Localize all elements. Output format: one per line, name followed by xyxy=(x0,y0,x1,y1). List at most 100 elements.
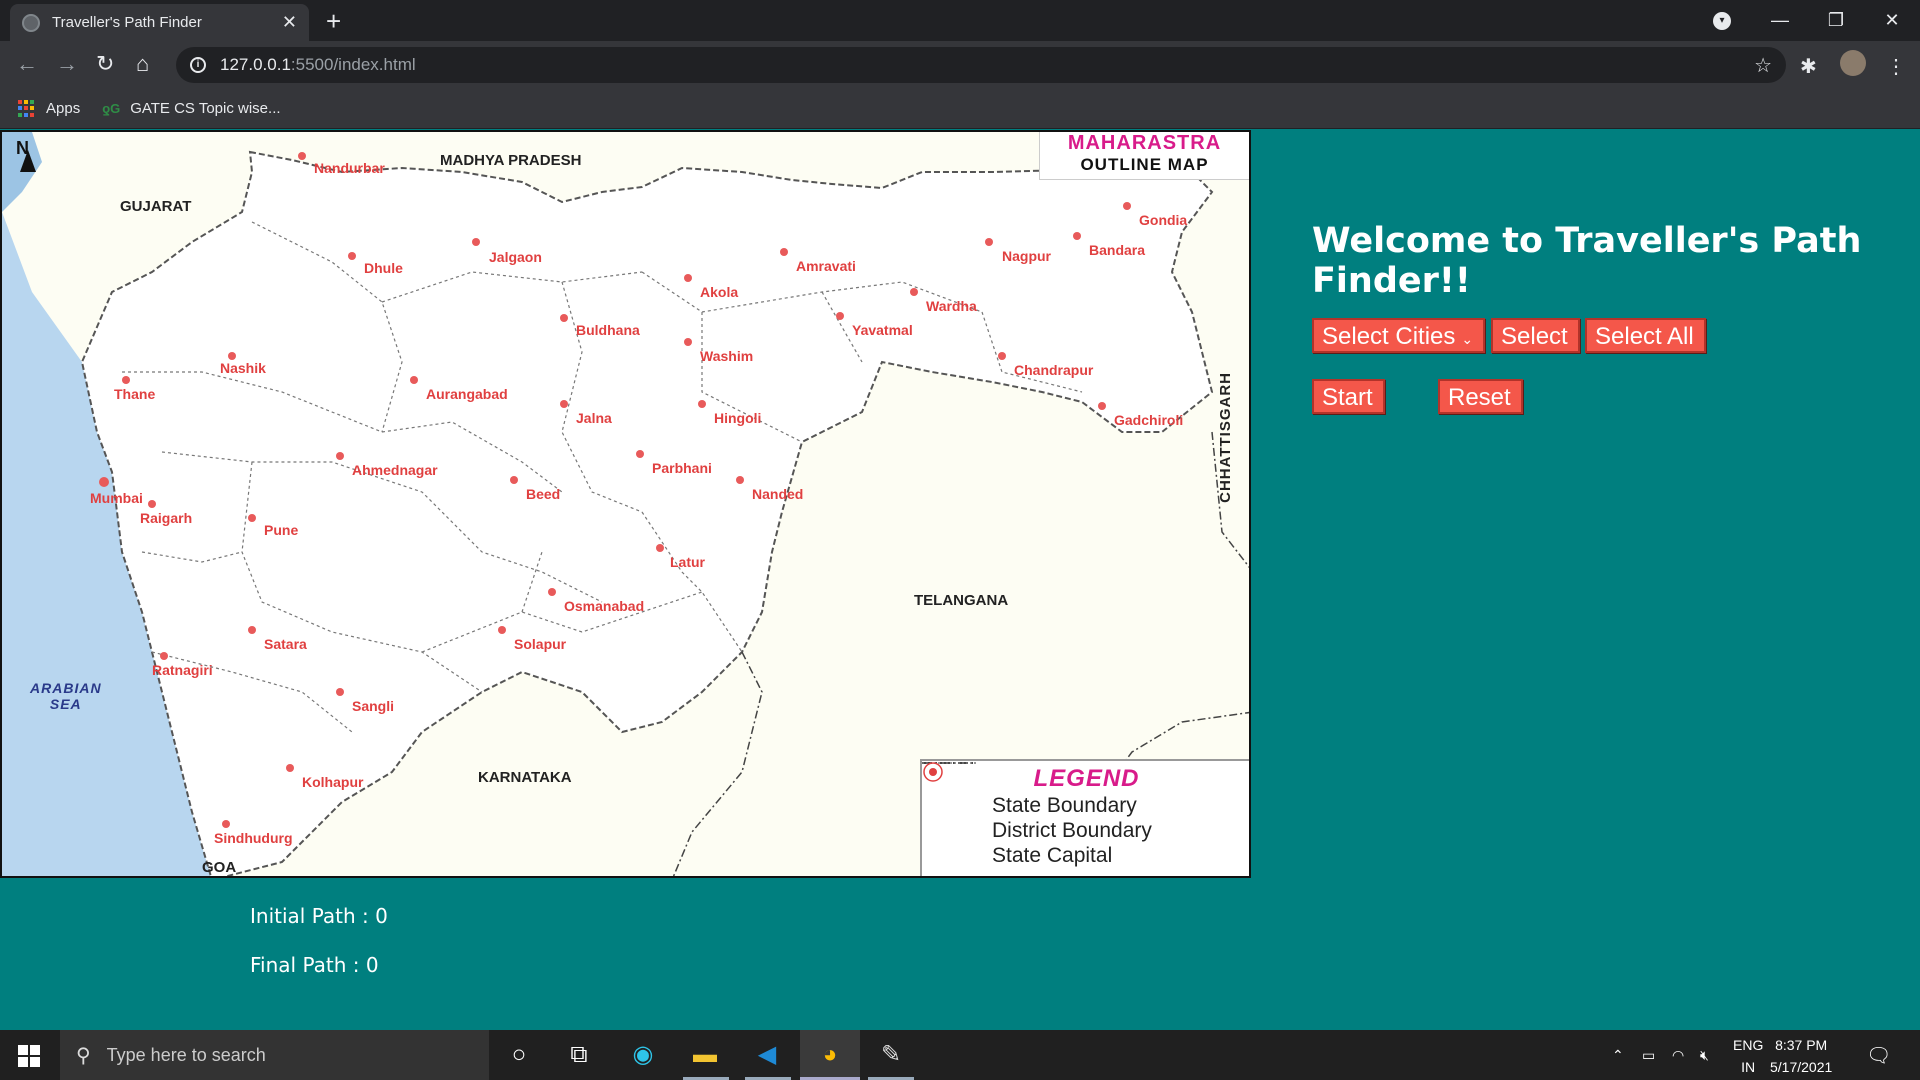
browser-toolbar: ← → ↻ ⌂ i 127.0.0.1:5500/index.html ☆ ✱ … xyxy=(0,41,1920,89)
language-indicator[interactable]: ENG IN xyxy=(1733,1034,1763,1078)
select-button[interactable]: Select xyxy=(1491,318,1580,353)
region-arabian-sea: ARABIAN SEA xyxy=(30,680,102,712)
city-label: Kolhapur xyxy=(302,774,364,790)
reset-button[interactable]: Reset xyxy=(1438,379,1523,414)
forward-icon[interactable]: → xyxy=(56,51,78,77)
vscode-icon[interactable]: ◀ xyxy=(750,1040,784,1070)
legend-title: LEGEND xyxy=(1033,765,1140,792)
home-icon[interactable]: ⌂ xyxy=(136,51,149,77)
map-title: MAHARASTRA xyxy=(1067,132,1222,154)
city-label: Mumbai xyxy=(90,490,143,506)
arabian-sea-line-2: SEA xyxy=(49,696,82,712)
browser-tab[interactable]: Traveller's Path Finder ✕ xyxy=(10,4,309,41)
region-gujarat: GUJARAT xyxy=(120,198,192,215)
windows-taskbar: ⚲ Type here to search ○ ⧉ ◉ ▬ ◀ ◕ ✎ ⌃ ▭ … xyxy=(0,1030,1920,1080)
city-label: Jalna xyxy=(576,410,612,426)
select-cities-dropdown[interactable]: Select Cities ⌄ xyxy=(1312,318,1485,353)
taskbar-search-box[interactable]: ⚲ Type here to search xyxy=(60,1030,489,1080)
legend-item: State Boundary xyxy=(922,762,1249,818)
region-karnataka: KARNATAKA xyxy=(478,769,572,786)
windows-start-icon[interactable] xyxy=(18,1045,40,1067)
bookmarks-bar: Apps ƍG GATE CS Topic wise... xyxy=(0,89,1920,129)
initial-path-text: Initial Path : 0 xyxy=(250,904,388,928)
task-view-icon[interactable]: ⧉ xyxy=(562,1040,596,1070)
city-label: Bandara xyxy=(1089,242,1146,258)
close-tab-icon[interactable]: ✕ xyxy=(282,12,297,33)
volume-muted-icon[interactable]: 🔇︎ xyxy=(1700,1030,1709,1080)
chrome-icon[interactable]: ◕ xyxy=(813,1040,847,1070)
city-label: Nagpur xyxy=(1002,248,1051,264)
gfg-icon: ƍG xyxy=(102,101,121,116)
legend-item: District Boundary xyxy=(922,762,1249,843)
wifi-icon[interactable]: ◠ xyxy=(1672,1030,1684,1080)
city-label: Osmanabad xyxy=(564,598,645,614)
tab-title: Traveller's Path Finder xyxy=(52,14,202,31)
select-cities-label: Select Cities xyxy=(1322,323,1456,350)
address-bar[interactable]: i 127.0.0.1:5500/index.html ☆ xyxy=(176,47,1786,83)
search-icon: ⚲ xyxy=(76,1044,91,1067)
select-all-button[interactable]: Select All xyxy=(1585,318,1706,353)
bookmark-label: GATE CS Topic wise... xyxy=(130,100,281,117)
edge-icon[interactable]: ◉ xyxy=(626,1040,660,1070)
extensions-icon[interactable]: ✱ xyxy=(1800,54,1817,79)
city-label: Gondia xyxy=(1139,212,1188,228)
tray-chevron-icon[interactable]: ⌃ xyxy=(1612,1030,1624,1080)
reload-icon[interactable]: ↻ xyxy=(96,51,114,77)
profile-avatar[interactable] xyxy=(1840,50,1866,76)
city-label: Nanded xyxy=(752,486,804,502)
city-label: Satara xyxy=(264,636,307,652)
new-tab-button[interactable]: + xyxy=(326,6,341,36)
city-label: Buldhana xyxy=(576,322,640,338)
url-host: 127.0.0.1 xyxy=(220,55,291,74)
window-close-icon[interactable]: ✕ xyxy=(1864,10,1920,31)
tab-search-icon[interactable]: ▾ xyxy=(1713,12,1731,30)
city-label: Gadchiroli xyxy=(1114,412,1184,428)
bookmark-gate-cs[interactable]: ƍG GATE CS Topic wise... xyxy=(102,100,280,117)
legend-item: State Capital xyxy=(922,762,1249,868)
bookmark-apps[interactable]: Apps xyxy=(18,99,80,118)
globe-icon xyxy=(22,13,40,32)
city-label: Amravati xyxy=(796,258,856,274)
site-info-icon[interactable]: i xyxy=(190,57,206,73)
city-label: Ratnagiri xyxy=(152,662,213,678)
clock-time: 8:37 PM xyxy=(1775,1037,1828,1053)
city-label: Latur xyxy=(670,554,705,570)
restore-icon[interactable]: ❐ xyxy=(1808,10,1864,31)
menu-icon[interactable]: ⋮ xyxy=(1886,54,1906,79)
back-icon[interactable]: ← xyxy=(16,51,38,77)
cortana-icon[interactable]: ○ xyxy=(502,1040,536,1070)
start-button[interactable]: Start xyxy=(1312,379,1385,414)
city-label: Hingoli xyxy=(714,410,762,426)
map-title-box: MAHARASTRA OUTLINE MAP xyxy=(1039,132,1249,180)
region-madhya-pradesh: MADHYA PRADESH xyxy=(440,152,582,169)
city-label: Thane xyxy=(114,386,156,402)
battery-icon[interactable]: ▭ xyxy=(1642,1030,1655,1080)
taskbar-clock[interactable]: 8:37 PM 5/17/2021 xyxy=(1770,1034,1832,1078)
minimize-icon[interactable]: — xyxy=(1752,10,1808,31)
legend-label: State Capital xyxy=(992,843,1113,867)
city-label: Chandrapur xyxy=(1014,362,1094,378)
city-label: Parbhani xyxy=(652,460,712,476)
file-explorer-icon[interactable]: ▬ xyxy=(688,1040,722,1070)
chevron-down-icon: ⌄ xyxy=(1461,331,1474,347)
final-path-text: Final Path : 0 xyxy=(250,953,379,977)
clock-date: 5/17/2021 xyxy=(1770,1059,1833,1075)
lang-line-1: ENG xyxy=(1733,1037,1764,1053)
search-placeholder: Type here to search xyxy=(106,1044,266,1065)
region-telangana: TELANGANA xyxy=(914,592,1009,609)
bookmark-star-icon[interactable]: ☆ xyxy=(1754,53,1772,78)
city-label: Wardha xyxy=(926,298,977,314)
city-label: Beed xyxy=(526,486,561,502)
map-legend: LEGEND State Boundary District Boundary … xyxy=(920,759,1249,876)
welcome-heading: Welcome to Traveller's Path Finder!! xyxy=(1312,221,1862,301)
north-label: N xyxy=(16,138,29,158)
notification-icon[interactable]: 🗨︎ xyxy=(1866,1030,1891,1080)
city-label: Sindhudurg xyxy=(214,830,293,846)
city-label: Yavatmal xyxy=(852,322,913,338)
city-label: Solapur xyxy=(514,636,567,652)
city-label: Ahmednagar xyxy=(352,462,438,478)
region-goa: GOA xyxy=(202,859,237,876)
legend-label: District Boundary xyxy=(992,818,1152,842)
map-subtitle: OUTLINE MAP xyxy=(1080,155,1209,174)
paint-icon[interactable]: ✎ xyxy=(874,1040,908,1070)
